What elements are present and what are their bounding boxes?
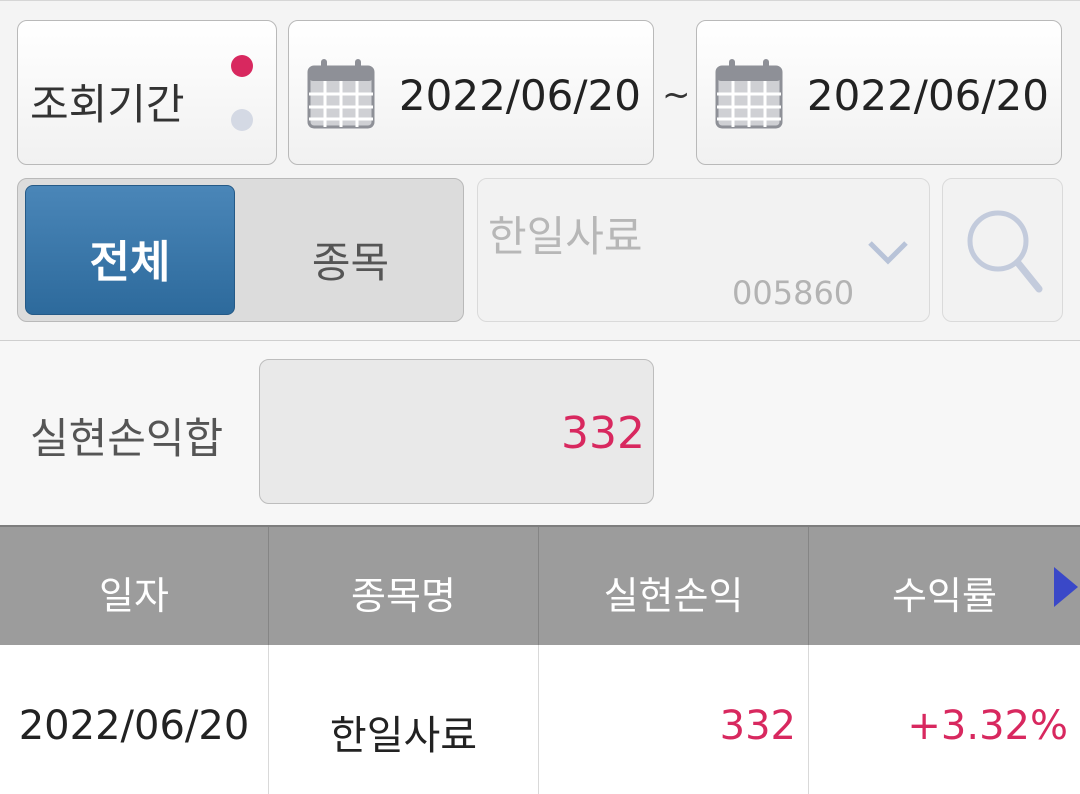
cell-date: 2022/06/20 (0, 645, 269, 794)
cell-rate-value: +3.32% (907, 703, 1068, 749)
column-header-label: 종목명 (351, 574, 456, 618)
column-header-label: 실현손익 (603, 574, 744, 618)
cell-name: 한일사료 (269, 645, 539, 794)
table-row[interactable]: 2022/06/20 한일사료 332 +3.32% (0, 645, 1080, 794)
profit-summary: 실현손익합 332 (0, 340, 1080, 525)
scope-toggle: 전체 종목 (17, 178, 464, 322)
start-date-picker[interactable]: 2022/06/20 (288, 20, 654, 165)
period-label: 조회기간 (30, 80, 185, 129)
scroll-right-arrow-icon[interactable] (1054, 567, 1078, 607)
period-dot-inactive (231, 109, 253, 131)
period-selector[interactable]: 조회기간 (17, 20, 277, 165)
stock-name: 한일사료 (488, 212, 643, 261)
column-header-label: 일자 (99, 574, 169, 618)
calendar-icon (715, 59, 783, 129)
calendar-icon (307, 59, 375, 129)
stock-selector[interactable]: 한일사료 005860 (477, 178, 930, 322)
chevron-down-icon (868, 241, 908, 265)
cell-name-value: 한일사료 (329, 713, 478, 759)
toggle-stock-label: 종목 (311, 238, 390, 287)
cell-profit: 332 (539, 645, 809, 794)
search-icon (967, 210, 1043, 293)
table-header: 일자 종목명 실현손익 수익률 (0, 525, 1080, 645)
period-dot-active (231, 55, 253, 77)
cell-profit-value: 332 (719, 703, 796, 749)
summary-label: 실현손익합 (30, 414, 224, 463)
summary-value: 332 (561, 408, 645, 459)
column-header-rate[interactable]: 수익률 (809, 527, 1080, 645)
search-button[interactable] (942, 178, 1063, 322)
start-date-value: 2022/06/20 (398, 71, 641, 120)
end-date-value: 2022/06/20 (806, 71, 1049, 120)
query-panel: 조회기간 2022/06/20 ~ 2022/06/20 전체 종목 한일사료 … (0, 0, 1080, 340)
toggle-all-label: 전체 (89, 237, 171, 288)
cell-date-value: 2022/06/20 (18, 703, 250, 749)
end-date-picker[interactable]: 2022/06/20 (696, 20, 1062, 165)
column-header-name[interactable]: 종목명 (269, 527, 539, 645)
column-header-label: 수익률 (892, 574, 997, 618)
column-header-profit[interactable]: 실현손익 (539, 527, 809, 645)
summary-value-box: 332 (259, 359, 654, 504)
stock-code: 005860 (732, 274, 855, 312)
toggle-all-button[interactable]: 전체 (25, 185, 235, 315)
toggle-stock-button[interactable]: 종목 (243, 185, 458, 315)
cell-rate: +3.32% (809, 645, 1080, 794)
column-header-date[interactable]: 일자 (0, 527, 269, 645)
date-range-separator: ~ (662, 75, 691, 115)
